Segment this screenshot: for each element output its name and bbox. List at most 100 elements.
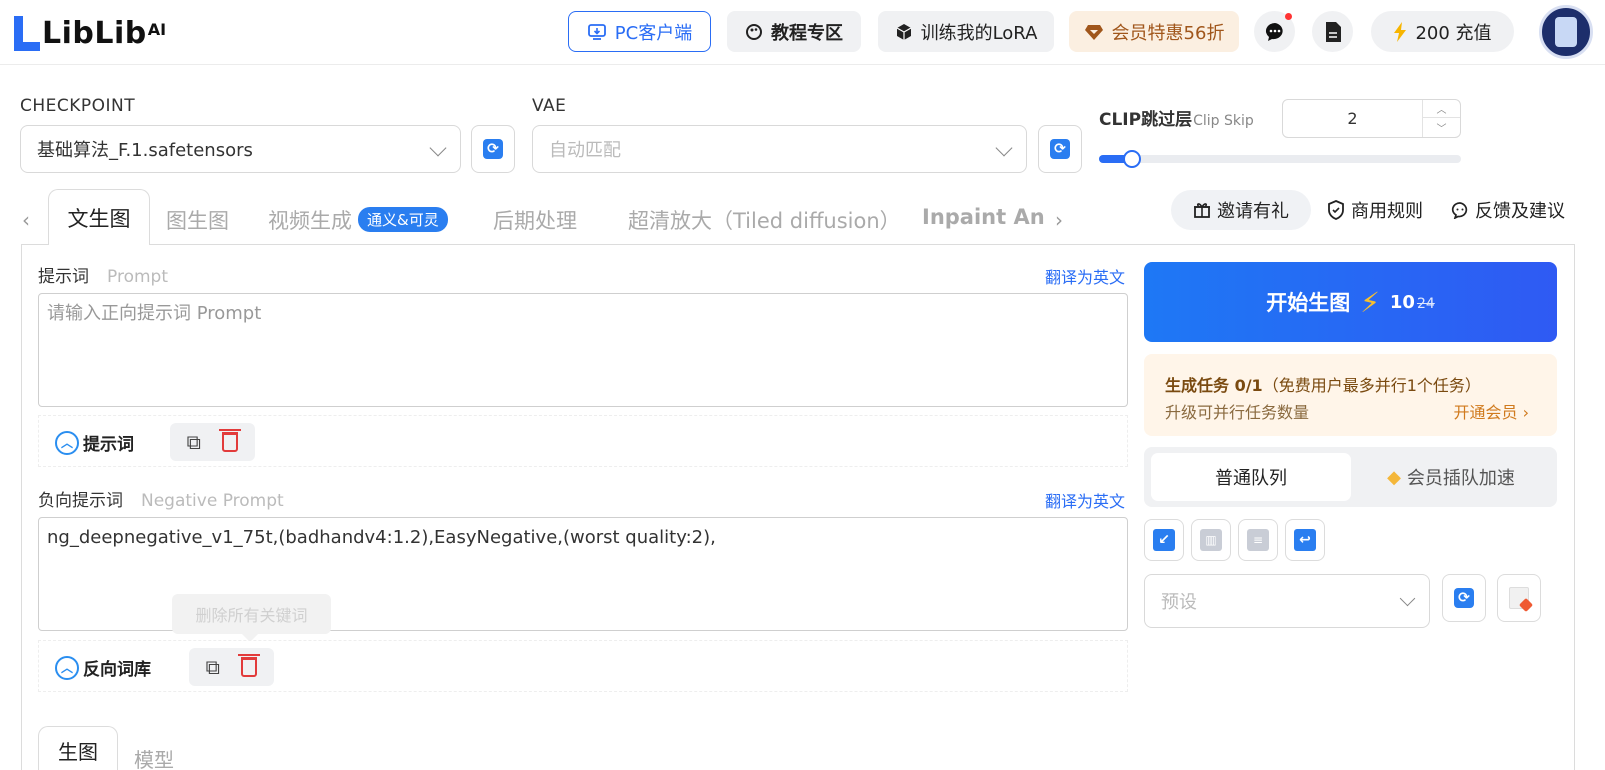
prompt-translate-link[interactable]: 翻译为英文 [1045,264,1125,288]
avatar-image [1555,17,1577,47]
vip-offer-button[interactable]: 会员特惠56折 [1069,11,1239,52]
tab-image-to-image[interactable]: 图生图 [166,205,229,235]
checkpoint-select[interactable]: 基础算法_F.1.safetensors [20,125,461,173]
tab-model[interactable]: 模型 [134,744,174,770]
prompt-actions: ⧉ [170,423,255,461]
pc-client-label: PC客户端 [614,22,693,44]
tabs-scroll-right-icon[interactable]: › [1055,208,1063,232]
queue-selector: 普通队列 ◆ 会员插队加速 [1144,447,1557,507]
open-membership-link[interactable]: 开通会员 › [1454,399,1530,423]
shield-icon [1328,200,1344,220]
tab-generate[interactable]: 生图 [38,726,118,770]
clip-skip-input[interactable]: 2 ︿ ﹀ [1282,99,1461,138]
diamond-icon [1084,24,1103,40]
prompt-textarea[interactable]: 请输入正向提示词 Prompt [38,293,1128,407]
tab-tiled-diffusion[interactable]: 超清放大（Tiled diffusion） [628,205,901,235]
preset-edit-button[interactable] [1497,574,1541,622]
messages-button[interactable] [1254,11,1295,52]
chevron-down-icon [429,139,447,157]
preset-refresh-button[interactable]: ⟳ [1442,574,1486,622]
copy-icon[interactable]: ⧉ [187,430,201,454]
document-icon [1325,21,1341,42]
commercial-rules-label: 商用规则 [1351,201,1423,222]
trash-icon[interactable] [219,429,242,452]
recharge-label: 200 充值 [1415,22,1492,44]
invite-button[interactable]: 邀请有礼 [1171,190,1311,230]
tabs-scroll-left-icon[interactable]: ‹ [22,208,30,232]
top-header: LibLib AI PC客户端 教程专区 训练我的LoRA 会员特惠56折 20… [0,0,1605,65]
clip-skip-title: CLIP跳过层 [1099,110,1193,130]
preset-select[interactable]: 预设 [1144,574,1430,628]
tab-video-generation[interactable]: 视频生成 通义&可灵 [268,205,448,235]
checkpoint-refresh-button[interactable]: ⟳ [471,125,515,173]
desktop-icon [587,23,606,40]
tab-inpaint-anything[interactable]: Inpaint Anyt [922,205,1045,229]
logo-ai-mark: AI [147,20,167,39]
checkpoint-label: CHECKPOINT [20,96,136,116]
generate-cost-value: 10 [1389,291,1415,313]
preset-placeholder: 预设 [1161,592,1197,613]
refresh-icon: ⟳ [1050,139,1070,159]
palette-icon [746,23,762,40]
chevron-up-icon[interactable]: ︿ [1423,100,1460,118]
task-notice: 生成任务 0/1（免费用户最多并行1个任务） 升级可并行任务数量 开通会员 › [1144,354,1557,436]
task-count: 生成任务 0/1 [1165,376,1263,395]
invite-label: 邀请有礼 [1217,201,1289,222]
vae-refresh-button[interactable]: ⟳ [1038,125,1082,173]
vae-label: VAE [532,96,567,116]
commercial-rules-link[interactable]: 商用规则 [1327,190,1423,230]
feedback-label: 反馈及建议 [1475,201,1565,222]
train-lora-button[interactable]: 训练我的LoRA [878,11,1054,52]
negative-collapse-toggle[interactable]: ︿ 反向词库 [55,655,151,680]
vae-placeholder: 自动匹配 [549,140,621,161]
generate-original-cost: 24 [1416,295,1435,312]
trash-icon: ▥ [1200,529,1222,551]
checkpoint-value: 基础算法_F.1.safetensors [37,140,253,161]
gift-icon [1194,203,1210,218]
undo-button[interactable]: ↩ [1285,519,1325,561]
start-generate-button[interactable]: 开始生图 ⚡ 10 24 [1144,262,1557,342]
copy-icon[interactable]: ⧉ [206,655,220,679]
notification-dot [1285,13,1292,20]
clear-button[interactable]: ▥ [1191,519,1231,561]
documents-button[interactable] [1312,11,1353,52]
chevron-up-circle-icon: ︿ [55,655,79,680]
liblib-logo[interactable]: LibLib AI [14,12,166,52]
feedback-link[interactable]: 反馈及建议 [1451,190,1565,230]
prompt-toolbar: ︿ 提示词 ⧉ [38,415,1128,467]
tutorials-label: 教程专区 [771,22,843,44]
vae-select[interactable]: 自动匹配 [532,125,1027,173]
prompt-collapse-toggle[interactable]: ︿ 提示词 [55,430,134,455]
clip-skip-slider-handle[interactable] [1123,150,1141,168]
feedback-icon [1451,202,1468,219]
chevron-down-icon[interactable]: ﹀ [1423,118,1460,136]
bolt-icon [1394,21,1407,42]
clip-skip-slider[interactable] [1099,150,1461,168]
diamond-icon: ◆ [1387,466,1401,488]
logo-text: LibLib [42,16,147,51]
clipboard-icon: ≡ [1247,529,1269,551]
negative-title-cn: 负向提示词 [38,491,123,511]
import-button[interactable]: ↙ [1144,519,1184,561]
recharge-button[interactable]: 200 充值 [1371,11,1514,52]
pc-client-button[interactable]: PC客户端 [568,11,711,52]
clip-skip-stepper[interactable]: ︿ ﹀ [1422,100,1460,137]
clip-skip-value[interactable]: 2 [1283,100,1422,137]
negative-translate-link[interactable]: 翻译为英文 [1045,488,1125,512]
tab-text-to-image[interactable]: 文生图 [48,189,150,245]
normal-queue-option[interactable]: 普通队列 [1151,453,1351,501]
cube-icon [896,23,911,40]
vip-queue-label: 会员插队加速 [1406,468,1515,489]
edit-icon [1509,587,1529,609]
video-badge: 通义&可灵 [358,207,448,232]
trash-icon[interactable] [238,654,261,677]
paste-button[interactable]: ≡ [1238,519,1278,561]
tutorials-button[interactable]: 教程专区 [727,11,861,52]
vip-offer-label: 会员特惠56折 [1111,22,1225,44]
import-arrow-icon: ↙ [1153,529,1175,551]
bolt-icon: ⚡ [1360,285,1380,319]
tab-post-processing[interactable]: 后期处理 [493,205,577,235]
vip-queue-option[interactable]: ◆ 会员插队加速 [1351,453,1551,501]
refresh-icon: ⟳ [1454,588,1474,608]
avatar[interactable] [1539,5,1593,59]
